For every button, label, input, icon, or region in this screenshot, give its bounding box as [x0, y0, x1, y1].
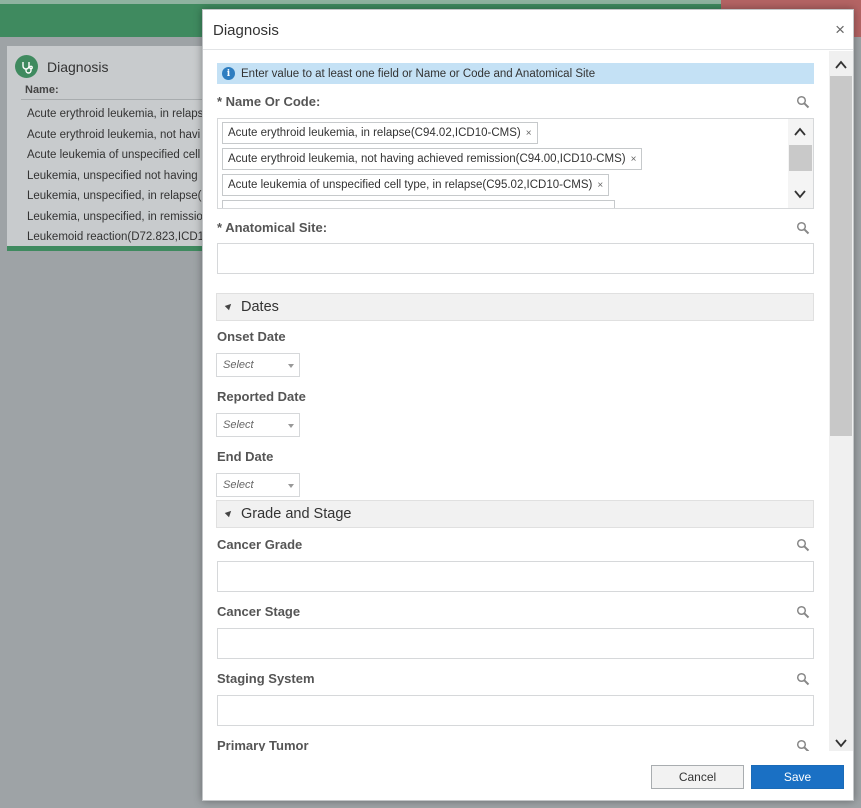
diagnosis-card-title: Diagnosis — [47, 58, 109, 75]
dialog-title: Diagnosis — [213, 22, 279, 39]
select-placeholder: Select — [223, 359, 254, 371]
reported-date-select[interactable]: Select — [216, 413, 300, 437]
tag-remove-icon[interactable]: × — [597, 180, 603, 191]
dates-section-header[interactable]: Dates — [216, 293, 814, 321]
onset-date-select[interactable]: Select — [216, 353, 300, 377]
chevron-up-icon[interactable] — [834, 58, 848, 72]
multiselect-scroll-thumb[interactable] — [789, 145, 812, 171]
info-icon: i — [222, 67, 235, 80]
name-or-code-multiselect[interactable]: Acute erythroid leukemia, in relapse(C94… — [217, 118, 814, 209]
cancer-grade-label: Cancer Grade — [217, 537, 303, 552]
grade-and-stage-section-header[interactable]: Grade and Stage — [216, 500, 814, 528]
dialog-header: Diagnosis × — [203, 10, 853, 50]
section-title: Grade and Stage — [241, 506, 352, 522]
cancel-button[interactable]: Cancel — [651, 765, 744, 789]
search-icon[interactable] — [796, 95, 810, 109]
list-item[interactable]: Leukemoid reaction(D72.823,ICD1 — [27, 227, 207, 246]
caret-down-icon — [288, 364, 294, 368]
anatomical-site-label: * Anatomical Site: — [217, 220, 328, 235]
staging-system-label: Staging System — [217, 671, 315, 686]
list-item[interactable]: Leukemia, unspecified, in remissio — [27, 207, 207, 228]
search-icon[interactable] — [796, 538, 810, 552]
cancer-grade-input[interactable] — [217, 561, 814, 592]
tag-label: Acute erythroid leukemia, in relapse(C94… — [228, 127, 521, 139]
selected-tag: Acute erythroid leukemia, not having ach… — [222, 148, 643, 170]
selected-tags: Acute erythroid leukemia, in relapse(C94… — [222, 122, 787, 208]
search-icon[interactable] — [796, 672, 810, 686]
tag-remove-icon[interactable]: × — [526, 128, 532, 139]
search-icon[interactable] — [796, 221, 810, 235]
cancer-stage-label: Cancer Stage — [217, 604, 301, 619]
diagnosis-card-header: Diagnosis — [15, 55, 108, 78]
search-icon[interactable] — [796, 739, 810, 751]
multiselect-scrollbar[interactable] — [788, 119, 813, 208]
staging-system-input[interactable] — [217, 695, 814, 726]
anatomical-site-input[interactable] — [217, 243, 814, 274]
tag-label: Acute leukemia of unspecified cell type,… — [228, 179, 593, 191]
stethoscope-icon — [15, 55, 38, 78]
diagnosis-card: Diagnosis Name: Acute erythroid leukemia… — [7, 46, 207, 251]
diagnosis-dialog: Diagnosis × i Enter value to at least on… — [202, 9, 854, 801]
list-item[interactable]: Acute leukemia of unspecified cell — [27, 145, 207, 166]
triangle-expanded-icon — [224, 508, 234, 518]
search-icon[interactable] — [796, 605, 810, 619]
onset-date-label: Onset Date — [217, 329, 286, 344]
section-title: Dates — [241, 299, 279, 315]
divider — [21, 99, 207, 100]
chevron-down-icon[interactable] — [834, 736, 848, 750]
selected-tag: Acute leukemia of unspecified cell type,… — [222, 174, 610, 196]
save-button[interactable]: Save — [751, 765, 844, 789]
end-date-label: End Date — [217, 449, 274, 464]
select-placeholder: Select — [223, 479, 254, 491]
triangle-expanded-icon — [224, 301, 234, 311]
list-item[interactable]: Acute erythroid leukemia, in relapse — [27, 104, 207, 125]
list-item[interactable]: Acute erythroid leukemia, not havi — [27, 125, 207, 146]
info-message: i Enter value to at least one field or N… — [217, 63, 814, 84]
reported-date-label: Reported Date — [217, 389, 306, 404]
list-item[interactable]: Leukemia, unspecified not having — [27, 166, 207, 187]
end-date-select[interactable]: Select — [216, 473, 300, 497]
primary-tumor-label: Primary Tumor — [217, 738, 309, 751]
list-item[interactable]: Leukemia, unspecified, in relapse(I — [27, 186, 207, 207]
info-text: Enter value to at least one field or Nam… — [241, 67, 596, 80]
selected-tag-partial — [222, 200, 615, 208]
caret-down-icon — [288, 484, 294, 488]
cancer-stage-input[interactable] — [217, 628, 814, 659]
select-placeholder: Select — [223, 419, 254, 431]
scroll-thumb[interactable] — [830, 76, 852, 436]
name-column-label: Name: — [25, 84, 59, 96]
diagnosis-list: Acute erythroid leukemia, in relapse Acu… — [27, 104, 207, 246]
dialog-body: i Enter value to at least one field or N… — [203, 51, 855, 751]
dialog-footer: Cancel Save — [203, 751, 853, 801]
tag-remove-icon[interactable]: × — [631, 154, 637, 165]
selected-tag: Acute erythroid leukemia, in relapse(C94… — [222, 122, 538, 144]
close-icon[interactable]: × — [835, 21, 845, 38]
name-or-code-label: * Name Or Code: — [217, 94, 321, 109]
tag-label: Acute erythroid leukemia, not having ach… — [228, 153, 626, 165]
caret-down-icon — [288, 424, 294, 428]
dialog-scrollbar[interactable] — [829, 51, 853, 751]
chevron-up-icon[interactable] — [793, 125, 807, 139]
chevron-down-icon[interactable] — [793, 187, 807, 201]
